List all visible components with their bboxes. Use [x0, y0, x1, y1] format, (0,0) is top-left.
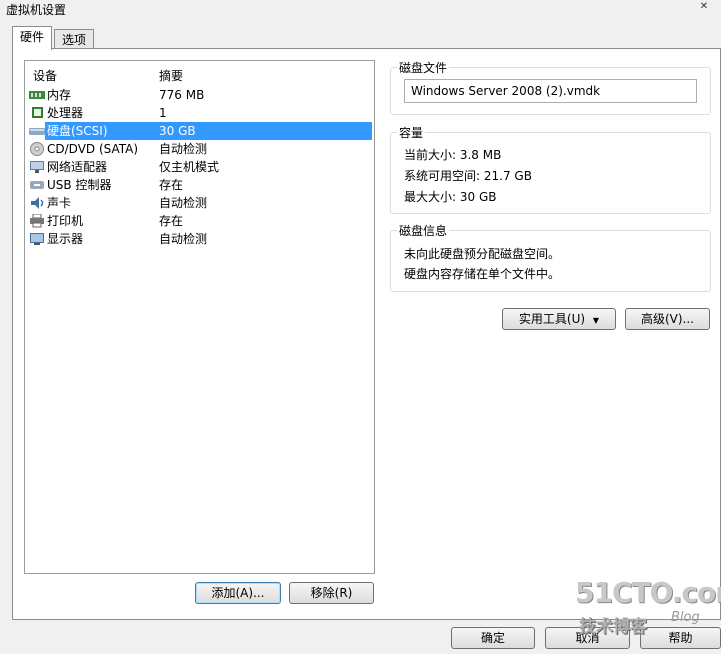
hard-disk-icon	[29, 128, 45, 135]
network-adapter-icon	[30, 161, 44, 173]
watermark-blog: Blog	[671, 610, 700, 625]
close-icon[interactable]: ✕	[691, 0, 717, 14]
ok-button[interactable]: 确定	[451, 627, 535, 649]
sound-card-icon	[31, 197, 44, 209]
tab-hardware[interactable]: 硬件	[12, 26, 52, 50]
advanced-button[interactable]: 高级(V)...	[625, 308, 710, 330]
column-header-summary: 摘要	[159, 69, 184, 83]
device-summary: 1	[159, 106, 167, 120]
device-list-header: 设备 摘要	[25, 67, 374, 85]
watermark-subtitle: 技术博客	[579, 617, 647, 637]
device-summary: 自动检测	[159, 142, 208, 156]
device-summary: 存在	[159, 178, 184, 192]
add-device-button[interactable]: 添加(A)...	[195, 582, 281, 604]
usb-icon	[30, 181, 44, 189]
disk-info-line-1: 未向此硬盘预分配磁盘空间。	[404, 247, 561, 261]
device-row-display[interactable]: 显示器 自动检测	[25, 230, 374, 248]
device-row-hard-disk[interactable]: 硬盘(SCSI) 30 GB	[25, 122, 374, 140]
device-name: 内存	[47, 88, 72, 102]
memory-icon	[29, 91, 45, 99]
device-name: 声卡	[47, 196, 72, 210]
disk-info-legend: 磁盘信息	[397, 222, 450, 239]
device-row-network-adapter[interactable]: 网络适配器 仅主机模式	[25, 158, 374, 176]
disk-info-line-2: 硬盘内容存储在单个文件中。	[404, 267, 561, 281]
device-name: 网络适配器	[47, 160, 108, 174]
title-bar: 虚拟机设置 ✕	[0, 0, 721, 18]
cd-dvd-icon	[30, 142, 44, 156]
remove-device-button[interactable]: 移除(R)	[289, 582, 374, 604]
capacity-legend: 容量	[397, 124, 426, 141]
device-row-cd-dvd[interactable]: CD/DVD (SATA) 自动检测	[25, 140, 374, 158]
device-name: CD/DVD (SATA)	[47, 142, 139, 156]
device-row-processor[interactable]: 处理器 1	[25, 104, 374, 122]
current-size-text: 当前大小: 3.8 MB	[404, 148, 502, 162]
system-free-space-text: 系统可用空间: 21.7 GB	[404, 169, 532, 183]
display-icon	[30, 233, 44, 245]
device-summary: 776 MB	[159, 88, 205, 102]
device-name: 硬盘(SCSI)	[47, 124, 108, 138]
device-name: 打印机	[47, 214, 84, 228]
device-summary: 仅主机模式	[159, 160, 220, 174]
column-header-device: 设备	[33, 69, 58, 83]
device-summary: 自动检测	[159, 232, 208, 246]
device-name: 显示器	[47, 232, 84, 246]
device-summary: 存在	[159, 214, 184, 228]
device-summary: 30 GB	[159, 124, 196, 138]
utilities-button[interactable]: 实用工具(U) ▼	[502, 308, 616, 330]
device-row-printer[interactable]: 打印机 存在	[25, 212, 374, 230]
device-row-sound-card[interactable]: 声卡 自动检测	[25, 194, 374, 212]
device-list[interactable]: 设备 摘要 内存 776 MB 处理器 1 硬盘(SCSI) 30 GB CD/…	[24, 60, 375, 574]
printer-icon	[30, 214, 44, 228]
device-row-usb-controller[interactable]: USB 控制器 存在	[25, 176, 374, 194]
disk-file-legend: 磁盘文件	[397, 59, 450, 76]
device-name: 处理器	[47, 106, 84, 120]
dropdown-arrow-icon: ▼	[592, 316, 600, 325]
processor-icon	[32, 107, 43, 118]
device-name: USB 控制器	[47, 178, 112, 192]
disk-file-field[interactable]: Windows Server 2008 (2).vmdk	[404, 79, 697, 103]
utilities-label: 实用工具(U)	[518, 312, 586, 326]
device-row-memory[interactable]: 内存 776 MB	[25, 86, 374, 104]
watermark-logo: 51CTO.com	[575, 576, 721, 609]
max-size-text: 最大大小: 30 GB	[404, 190, 497, 204]
window-title: 虚拟机设置	[6, 3, 67, 17]
device-summary: 自动检测	[159, 196, 208, 210]
